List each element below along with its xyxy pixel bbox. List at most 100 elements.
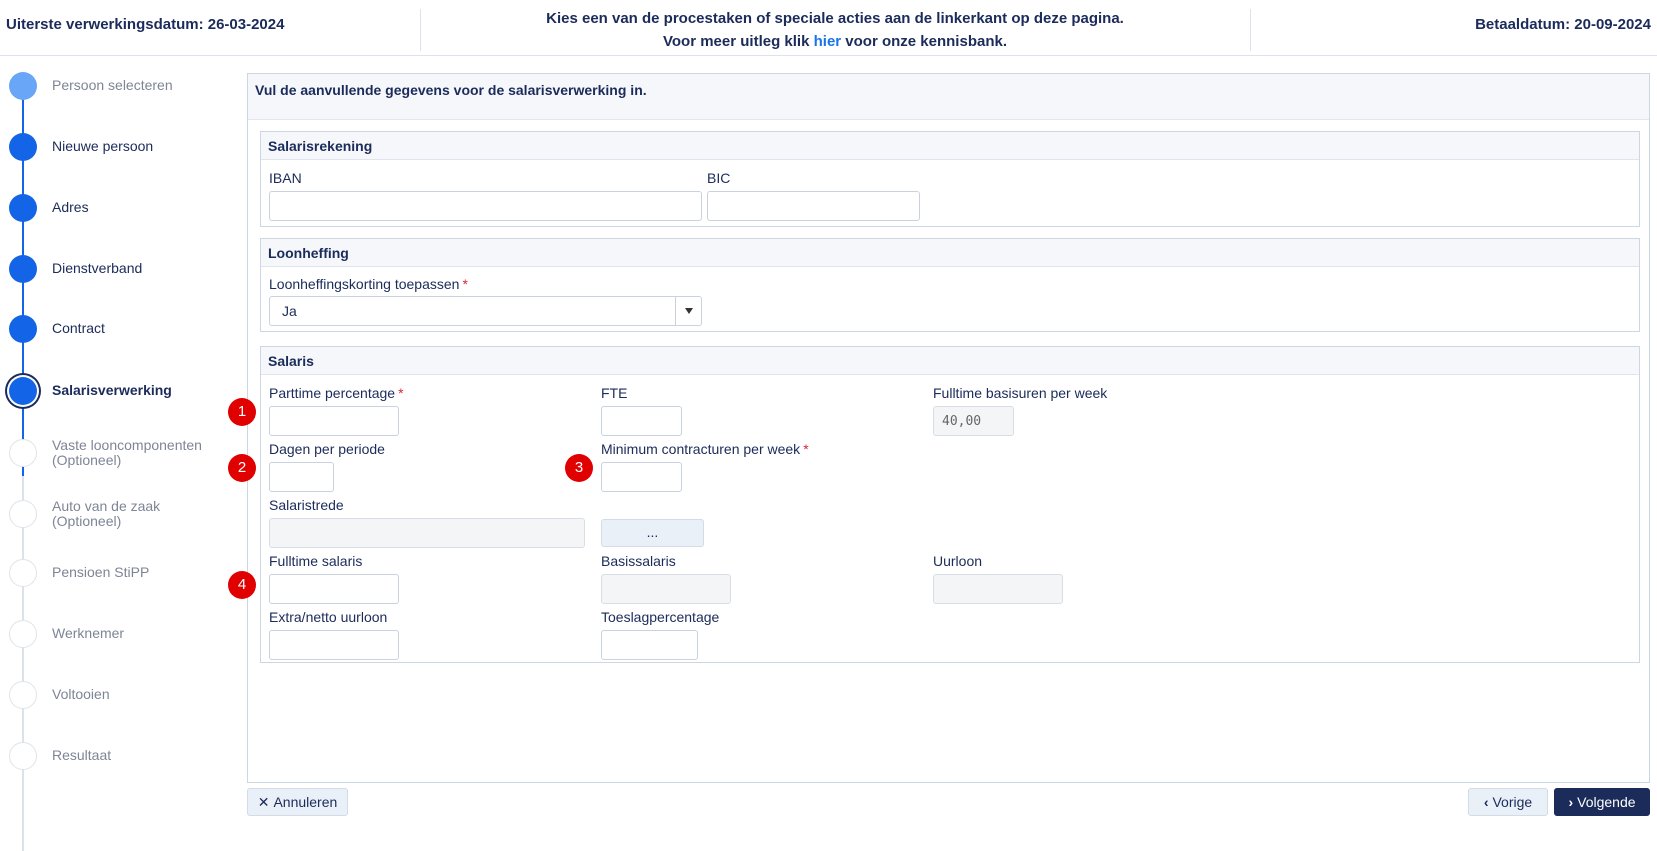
step-salarisverwerking[interactable]: Salarisverwerking <box>0 376 240 416</box>
step-todo-icon <box>9 742 37 770</box>
minimum-contracturen-label: Minimum contracturen per week * <box>601 441 809 457</box>
required-marker: * <box>462 276 468 292</box>
step-label: Pensioen StiPP <box>52 564 150 580</box>
bic-input[interactable] <box>707 191 920 221</box>
step-todo-icon <box>9 439 37 467</box>
toeslagpercentage-input[interactable] <box>601 630 698 660</box>
annotation-marker-3: 3 <box>565 454 593 482</box>
dagen-per-periode-label: Dagen per periode <box>269 441 385 457</box>
step-dienstverband[interactable]: Dienstverband <box>0 255 240 295</box>
step-label: Salarisverwerking <box>52 382 172 398</box>
step-label: Dienstverband <box>52 260 143 276</box>
chevron-down-icon <box>685 308 693 314</box>
step-auto-van-de-zaak[interactable]: Auto van de zaak (Optioneel) <box>0 498 240 538</box>
chevron-right-icon: › <box>1568 794 1574 810</box>
cancel-button[interactable]: ✕ Annuleren <box>247 788 348 816</box>
annotation-marker-4: 4 <box>228 571 256 599</box>
instruction-line-2: Voor meer uitleg klik hier voor onze ken… <box>420 30 1250 53</box>
iban-input[interactable] <box>269 191 702 221</box>
step-todo-icon <box>9 681 37 709</box>
pay-date-text: Betaaldatum: 20-09-2024 <box>1475 16 1651 33</box>
annotation-marker-1: 1 <box>228 398 256 426</box>
section-salaris: Salaris Parttime percentage * FTE Fulltim… <box>260 346 1640 663</box>
dropdown-toggle[interactable] <box>675 297 701 325</box>
chevron-left-icon: ‹ <box>1483 794 1489 810</box>
step-todo-icon <box>9 620 37 648</box>
step-current-icon <box>9 377 37 405</box>
step-nieuwe-persoon[interactable]: Nieuwe persoon <box>0 133 240 173</box>
step-label: Voltooien <box>52 686 110 702</box>
select-value: Ja <box>282 303 297 319</box>
fte-input[interactable] <box>601 406 682 436</box>
header-divider <box>1250 9 1251 51</box>
deadline-text: Uiterste verwerkingsdatum: 26-03-2024 <box>6 16 285 33</box>
toeslagpercentage-label: Toeslagpercentage <box>601 609 720 625</box>
step-done-icon <box>9 133 37 161</box>
instruction-line-2-pre: Voor meer uitleg klik <box>663 33 814 50</box>
required-marker: * <box>398 385 404 401</box>
step-done-icon <box>9 255 37 283</box>
step-label: Persoon selecteren <box>52 77 173 93</box>
salaristrede-label: Salaristrede <box>269 497 344 513</box>
fulltime-basisuren-label: Fulltime basisuren per week <box>933 385 1108 401</box>
step-done-icon <box>9 72 37 100</box>
basissalaris-input <box>601 574 731 604</box>
extra-netto-uurloon-input[interactable] <box>269 630 399 660</box>
iban-label: IBAN <box>269 170 302 186</box>
step-adres[interactable]: Adres <box>0 194 240 234</box>
top-header: Uiterste verwerkingsdatum: 26-03-2024 Ki… <box>0 0 1657 56</box>
step-label: Adres <box>52 199 89 215</box>
parttime-percentage-label: Parttime percentage * <box>269 385 404 401</box>
section-title: Loonheffing <box>261 239 1639 267</box>
loonheffingskorting-label: Loonheffingskorting toepassen * <box>269 276 468 292</box>
step-todo-icon <box>9 559 37 587</box>
previous-button[interactable]: ‹ Vorige <box>1468 788 1548 816</box>
fulltime-basisuren-input <box>933 406 1014 436</box>
process-stepper: Persoon selecteren Nieuwe persoon Adres … <box>0 60 240 851</box>
uurloon-input <box>933 574 1063 604</box>
bic-label: BIC <box>707 170 731 186</box>
section-title: Salaris <box>261 347 1639 375</box>
cancel-label: Annuleren <box>273 794 338 810</box>
dagen-per-periode-input[interactable] <box>269 462 334 492</box>
header-instruction: Kies een van de procestaken of speciale … <box>420 7 1250 53</box>
step-werknemer[interactable]: Werknemer <box>0 620 240 660</box>
step-done-icon <box>9 315 37 343</box>
instruction-line-1: Kies een van de procestaken of speciale … <box>546 10 1124 27</box>
step-resultaat[interactable]: Resultaat <box>0 742 240 782</box>
step-label: Resultaat <box>52 747 112 763</box>
step-label: Vaste looncomponenten (Optioneel) <box>52 437 202 468</box>
salaristrede-input <box>269 518 585 548</box>
knowledge-base-link[interactable]: hier <box>814 33 842 50</box>
previous-label: Vorige <box>1492 794 1533 810</box>
annotation-marker-2: 2 <box>228 454 256 482</box>
fulltime-salaris-label: Fulltime salaris <box>269 553 363 569</box>
step-label: Werknemer <box>52 625 125 641</box>
step-pensioen-stipp[interactable]: Pensioen StiPP <box>0 559 240 599</box>
instruction-line-2-post: voor onze kennisbank. <box>841 33 1007 50</box>
minimum-contracturen-input[interactable] <box>601 462 682 492</box>
uurloon-label: Uurloon <box>933 553 983 569</box>
step-label: Contract <box>52 320 105 336</box>
close-icon: ✕ <box>257 793 270 810</box>
fte-label: FTE <box>601 385 628 401</box>
step-vaste-looncomponenten[interactable]: Vaste looncomponenten (Optioneel) <box>0 437 240 477</box>
salaristrede-picker-button[interactable]: ... <box>601 519 704 547</box>
step-contract[interactable]: Contract <box>0 315 240 355</box>
step-todo-icon <box>9 500 37 528</box>
required-marker: * <box>803 441 809 457</box>
step-voltooien[interactable]: Voltooien <box>0 681 240 721</box>
step-done-icon <box>9 194 37 222</box>
step-persoon-selecteren[interactable]: Persoon selecteren <box>0 72 240 112</box>
section-loonheffing: Loonheffing Loonheffingskorting toepasse… <box>260 238 1640 332</box>
parttime-percentage-input[interactable] <box>269 406 399 436</box>
step-label: Auto van de zaak (Optioneel) <box>52 498 161 529</box>
extra-netto-uurloon-label: Extra/netto uurloon <box>269 609 388 625</box>
fulltime-salaris-input[interactable] <box>269 574 399 604</box>
section-salarisrekening: Salarisrekening IBAN BIC <box>260 131 1640 227</box>
next-label: Volgende <box>1577 794 1636 810</box>
panel-instruction: Vul de aanvullende gegevens voor de sala… <box>255 82 647 98</box>
step-label: Nieuwe persoon <box>52 138 154 154</box>
next-button[interactable]: › Volgende <box>1554 788 1650 816</box>
loonheffingskorting-select[interactable]: Ja <box>269 296 702 326</box>
